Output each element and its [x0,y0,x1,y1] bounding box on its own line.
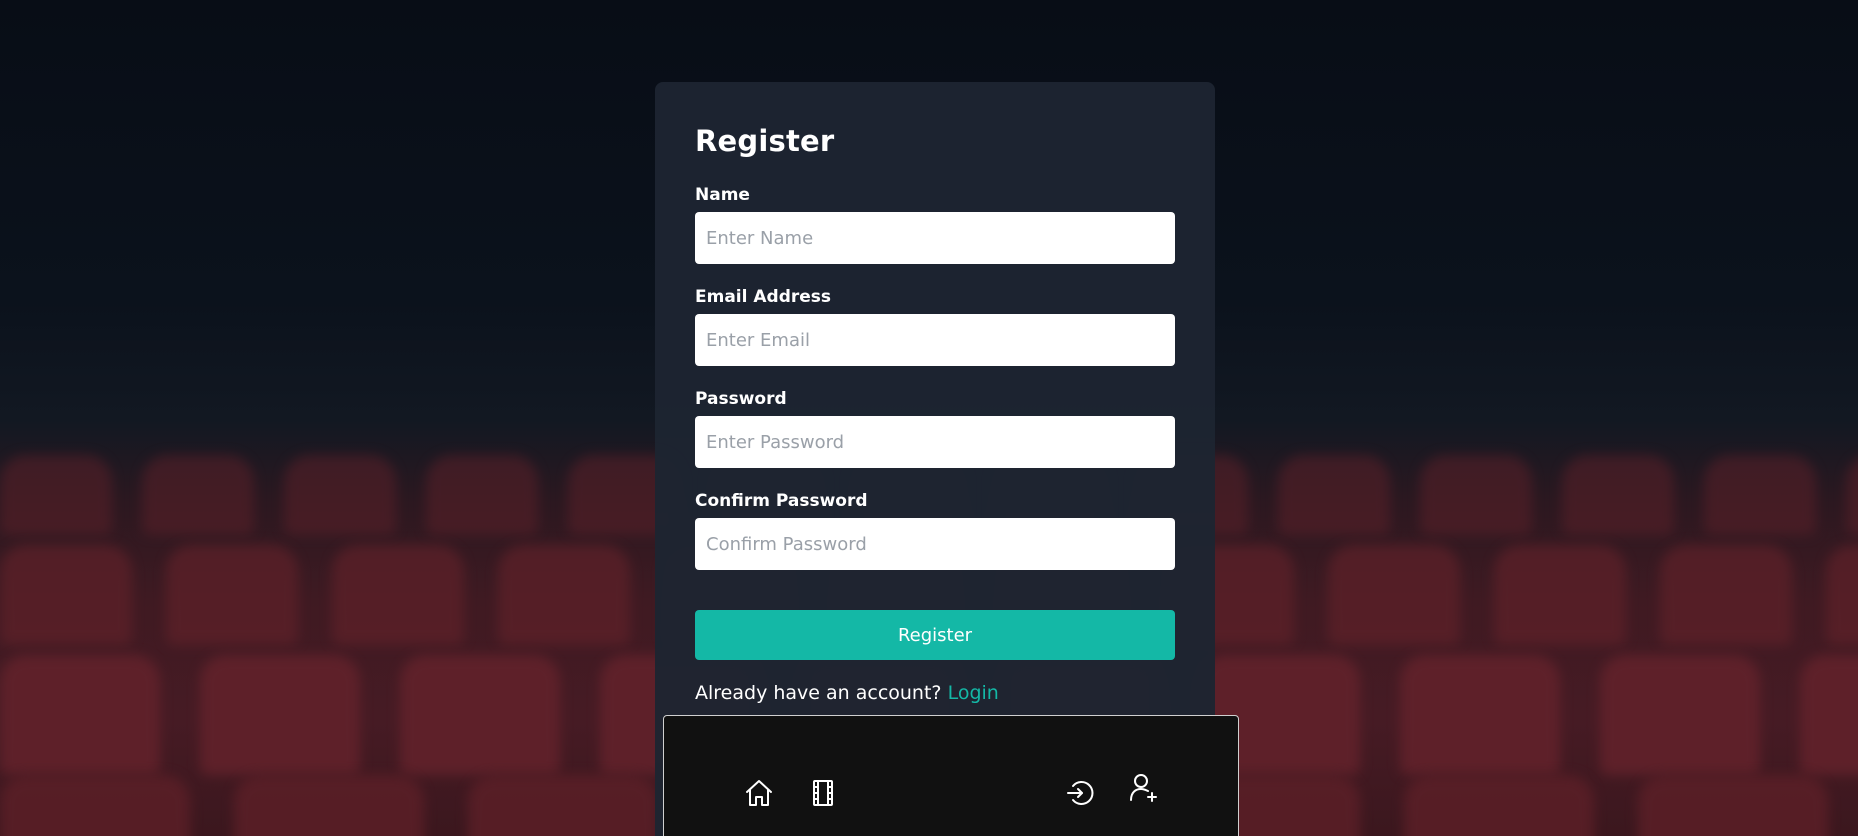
email-input[interactable] [695,314,1175,366]
login-link[interactable]: Login [948,682,999,704]
register-button[interactable]: Register [695,610,1175,660]
email-label: Email Address [695,287,832,307]
film-icon[interactable] [807,777,839,809]
page-title: Register [695,124,835,158]
password-input[interactable] [695,416,1175,468]
login-prompt-text: Already have an account? [695,682,942,704]
login-icon[interactable] [1064,777,1096,809]
name-input[interactable] [695,212,1175,264]
login-prompt: Already have an account? Login [695,682,999,704]
user-add-icon[interactable] [1127,772,1159,804]
confirm-password-label: Confirm Password [695,491,868,511]
home-icon[interactable] [743,777,775,809]
password-label: Password [695,389,787,409]
bottom-nav [663,715,1239,836]
confirm-password-input[interactable] [695,518,1175,570]
name-label: Name [695,185,750,205]
